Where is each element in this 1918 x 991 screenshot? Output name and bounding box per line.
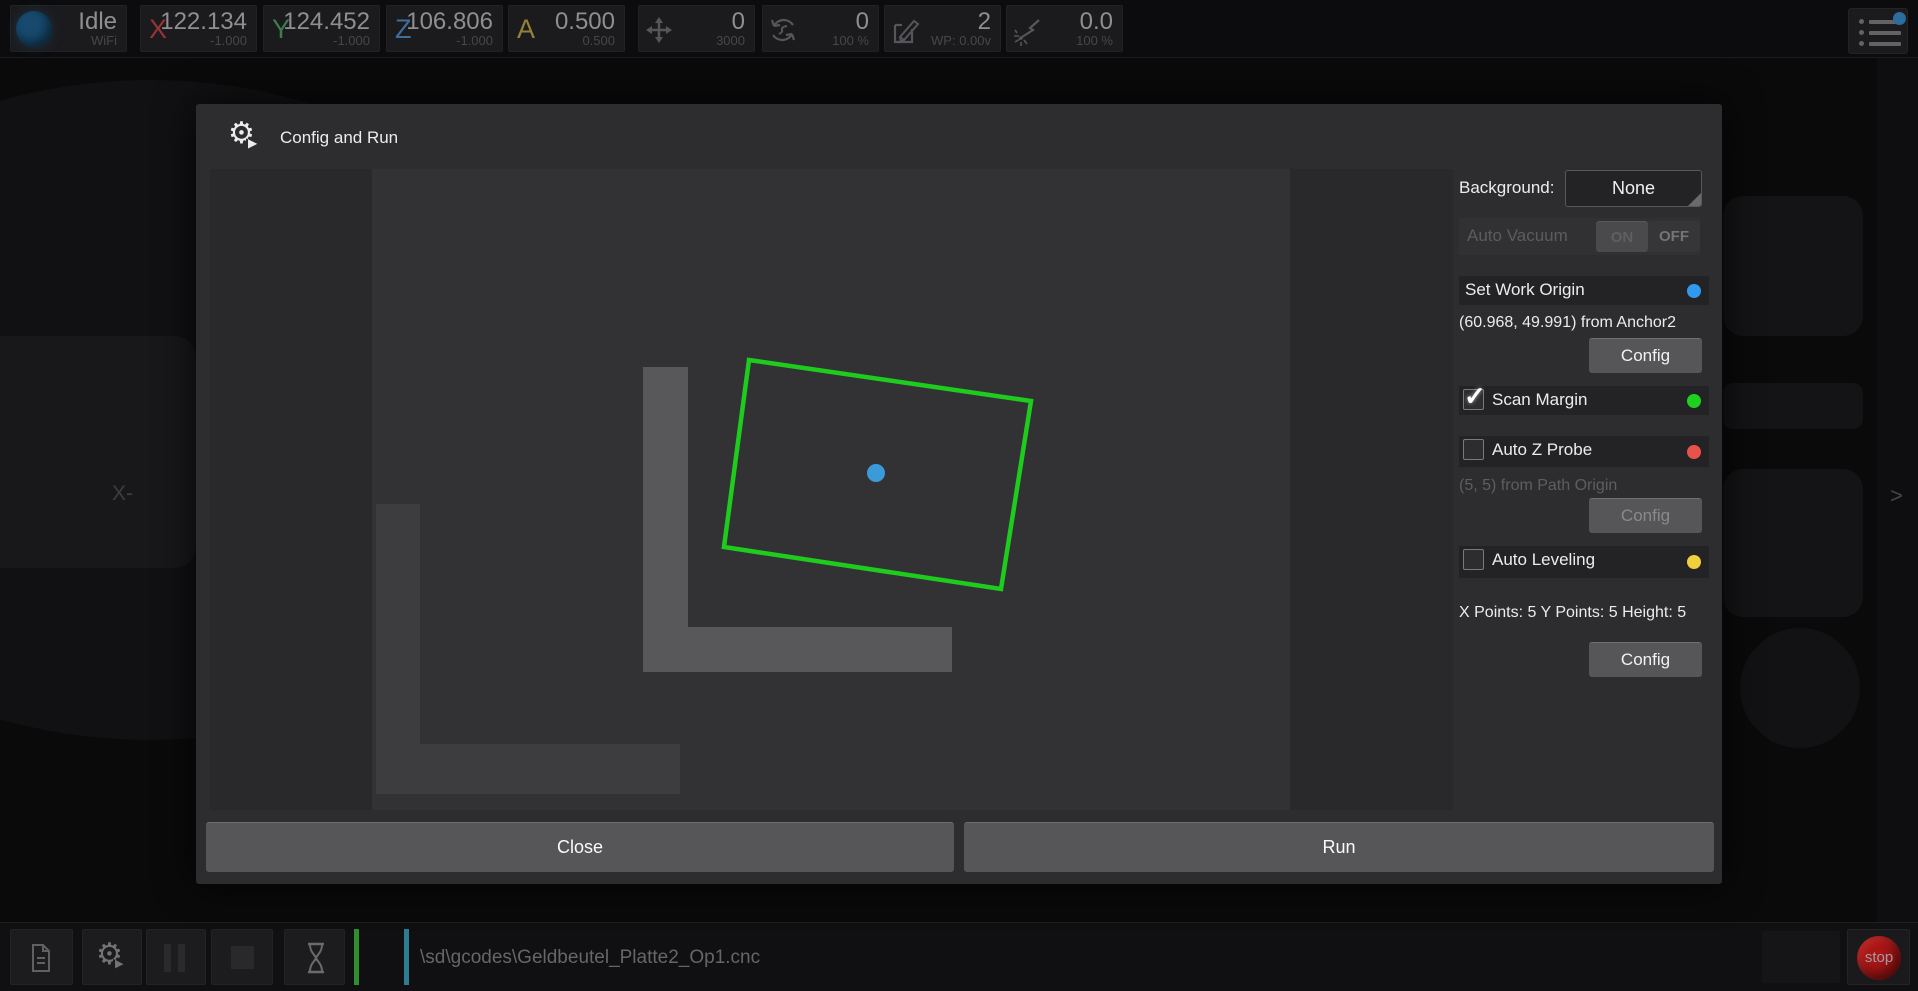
side-panel-toggle[interactable]: > [1877, 58, 1918, 922]
axis-readout-x[interactable]: X 122.134 -1.000 [140, 5, 257, 52]
auto-leveling-label: Auto Leveling [1492, 550, 1595, 570]
background-panel-shape-4 [1740, 628, 1860, 748]
z-probe-detail: (5, 5) from Path Origin [1459, 477, 1617, 495]
tool-edit-icon [890, 15, 922, 47]
play-overlay-icon: ▶ [115, 957, 123, 970]
auto-z-probe-status-dot [1687, 445, 1701, 459]
axis-a-label: A [517, 14, 535, 45]
auto-vacuum-row: Auto Vacuum ON OFF [1459, 218, 1700, 255]
axis-x-value: 122.134 [160, 8, 247, 36]
progress-indicator [354, 929, 359, 985]
tool-number: 2 [978, 8, 991, 36]
axis-x-sub-value: -1.000 [210, 33, 247, 48]
axis-a-sub-value: 0.500 [582, 33, 615, 48]
dialog-title: Config and Run [280, 128, 398, 148]
list-menu-icon [1859, 19, 1901, 52]
axis-readout-a[interactable]: A 0.500 0.500 [508, 5, 625, 52]
spindle-value: 0 [856, 8, 869, 36]
spindle-rotation-icon [768, 15, 798, 45]
axis-readout-z[interactable]: Z 106.806 -1.000 [386, 5, 503, 52]
auto-leveling-checkbox[interactable] [1463, 549, 1484, 570]
machine-status-cell[interactable]: Idle WiFi [10, 5, 127, 52]
spindle-sub-value: 100 % [832, 33, 869, 48]
laser-icon [1012, 15, 1044, 47]
leveling-detail: X Points: 5 Y Points: 5 Height: 5 [1459, 604, 1686, 622]
scan-margin-label: Scan Margin [1492, 390, 1587, 410]
work-origin-config-button[interactable]: Config [1589, 338, 1702, 373]
toolpath-overlay [210, 169, 1453, 810]
status-bar: Idle WiFi X 122.134 -1.000 Y 124.452 -1.… [0, 0, 1918, 58]
jog-x-minus-button[interactable]: X- [0, 336, 196, 568]
auto-leveling-status-dot [1687, 555, 1701, 569]
background-panel-shape-2 [1723, 383, 1863, 429]
scan-margin-row[interactable]: ✓ Scan Margin [1459, 386, 1709, 415]
feed-value: 0 [732, 8, 745, 36]
feed-sub-value: 3000 [716, 33, 745, 48]
scan-margin-checkbox[interactable]: ✓ [1463, 389, 1484, 410]
move-arrows-icon [644, 15, 674, 45]
laser-sub-value: 100 % [1076, 33, 1113, 48]
play-overlay-icon: ▶ [248, 136, 257, 150]
work-origin-dot [867, 464, 885, 482]
checkmark-icon: ✓ [1464, 381, 1486, 412]
laser-value: 0.0 [1080, 8, 1113, 36]
feed-rate-cell[interactable]: 0 3000 [638, 5, 755, 52]
abort-button[interactable] [211, 929, 273, 985]
stop-icon: stop [1857, 936, 1901, 980]
set-work-origin-label: Set Work Origin [1465, 280, 1585, 300]
background-label: Background: [1459, 178, 1554, 198]
axis-z-sub-value: -1.000 [456, 33, 493, 48]
stop-square-icon [231, 946, 254, 969]
scan-margin-status-dot [1687, 394, 1701, 408]
axis-z-value: 106.806 [406, 8, 493, 36]
axis-a-value: 0.500 [555, 8, 615, 36]
tool-sub-value: WP: 0.00v [931, 33, 991, 48]
loaded-file-path[interactable]: \sd\gcodes\Geldbeutel_Platte2_Op1.cnc [420, 923, 760, 991]
pause-icon [164, 944, 192, 977]
auto-vacuum-off-toggle[interactable]: OFF [1648, 221, 1700, 252]
wait-button[interactable] [284, 929, 345, 985]
axis-y-sub-value: -1.000 [333, 33, 370, 48]
background-panel-shape-3 [1723, 469, 1863, 617]
pause-button[interactable] [146, 929, 206, 985]
notification-dot [1893, 12, 1906, 25]
machine-state: Idle [78, 8, 117, 36]
axis-y-value: 124.452 [283, 8, 370, 36]
auto-z-probe-row[interactable]: Auto Z Probe [1459, 436, 1709, 467]
work-origin-detail: (60.968, 49.991) from Anchor2 [1459, 314, 1676, 332]
menu-button[interactable] [1848, 8, 1908, 54]
config-and-run-dialog: ⚙ ▶ Config and Run Background: None Auto… [196, 104, 1722, 884]
background-select[interactable]: None [1565, 170, 1702, 207]
hourglass-icon [300, 940, 332, 976]
z-probe-config-button[interactable]: Config [1589, 498, 1702, 533]
spindle-cell[interactable]: 0 100 % [762, 5, 879, 52]
tool-cell[interactable]: 2 WP: 0.00v [884, 5, 1001, 52]
close-button[interactable]: Close [206, 822, 954, 872]
run-button[interactable]: Run [964, 822, 1714, 872]
axis-readout-y[interactable]: Y 124.452 -1.000 [263, 5, 380, 52]
auto-z-probe-checkbox[interactable] [1463, 439, 1484, 460]
connection-type: WiFi [91, 33, 117, 48]
leveling-config-button[interactable]: Config [1589, 642, 1702, 677]
auto-vacuum-on-toggle[interactable]: ON [1596, 221, 1648, 252]
chevron-right-icon: > [1890, 483, 1903, 509]
aux-panel [1762, 931, 1840, 983]
file-icon [24, 941, 58, 975]
emergency-stop-button[interactable]: stop [1847, 929, 1910, 985]
config-run-button[interactable]: ⚙ ▶ [82, 929, 142, 985]
auto-leveling-row[interactable]: Auto Leveling [1459, 546, 1709, 578]
auto-vacuum-label: Auto Vacuum [1467, 226, 1568, 246]
file-button[interactable] [10, 929, 73, 985]
auto-z-probe-label: Auto Z Probe [1492, 440, 1592, 460]
laser-cell[interactable]: 0.0 100 % [1006, 5, 1123, 52]
control-bar: ⚙ ▶ \sd\gcodes\Geldbeutel_Platte2_Op1.cn… [0, 922, 1918, 991]
file-accent-bar [404, 929, 409, 985]
toolpath-preview-canvas[interactable] [210, 169, 1453, 810]
background-panel-shape-1 [1723, 196, 1863, 336]
set-work-origin-row[interactable]: Set Work Origin [1459, 276, 1709, 305]
jog-x-minus-label: X- [112, 482, 133, 506]
set-work-origin-status-dot [1687, 284, 1701, 298]
connection-status-icon [16, 11, 52, 47]
